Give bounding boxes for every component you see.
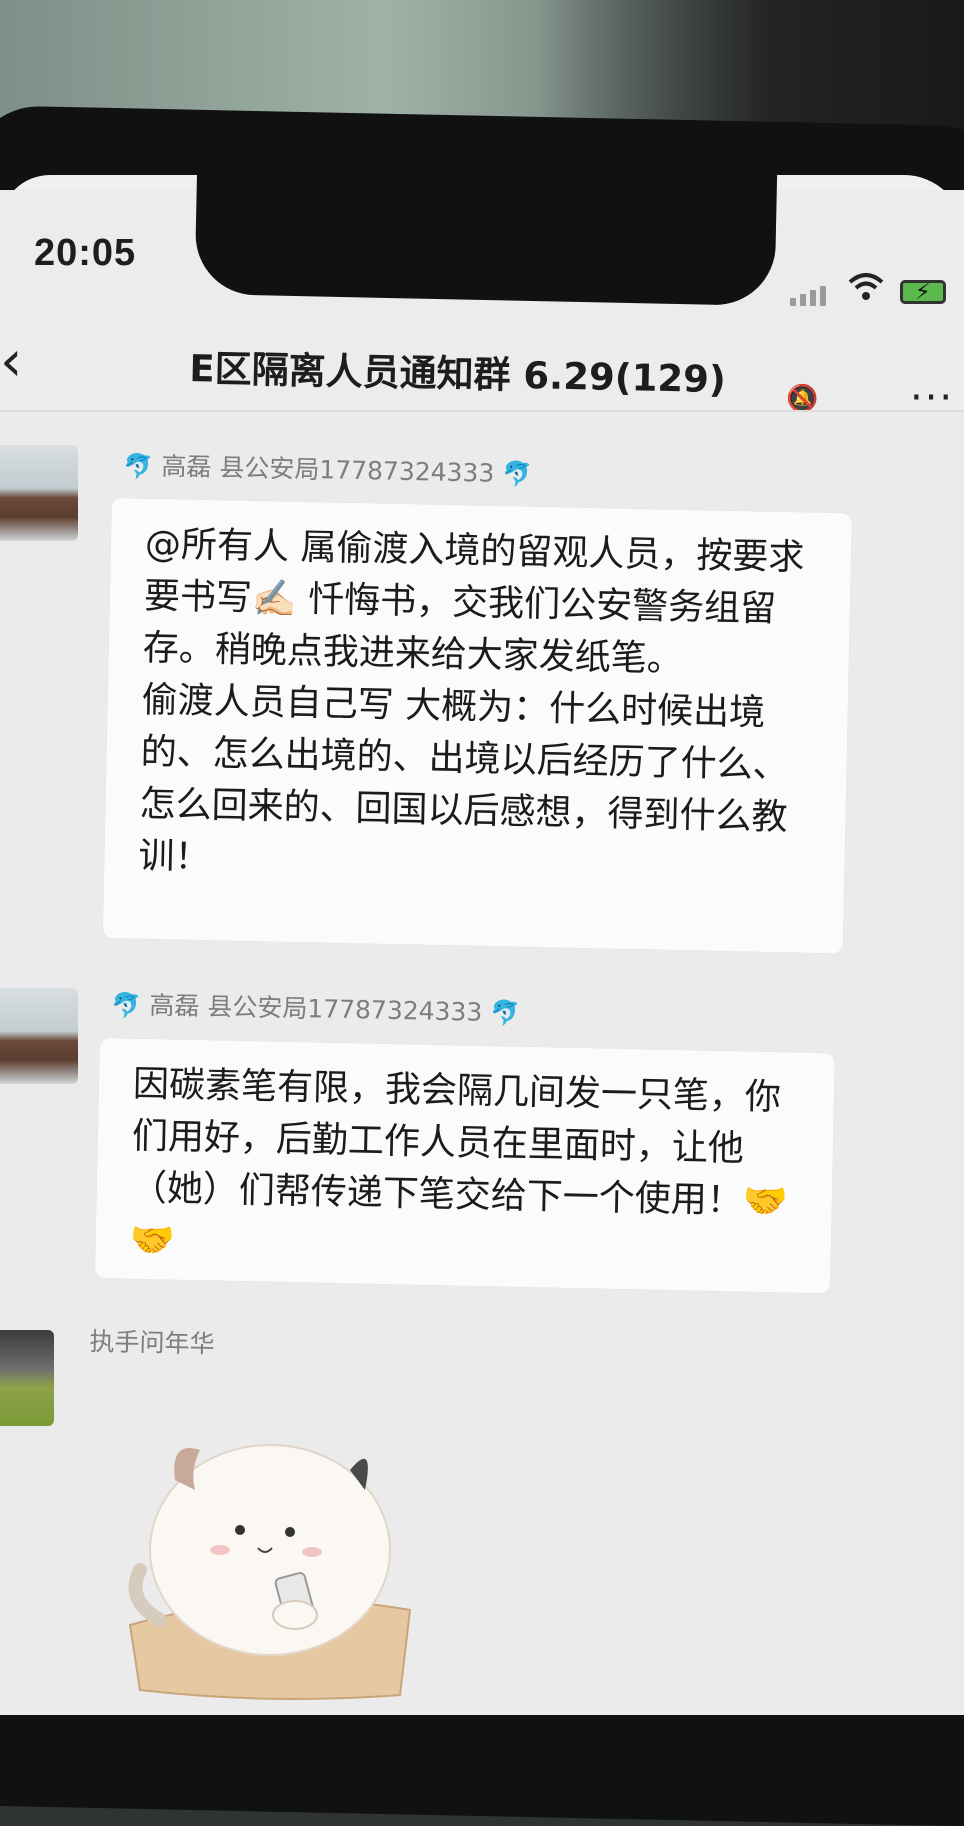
phone-notch — [194, 143, 778, 307]
status-time: 20:05 — [34, 232, 137, 274]
sender-label: 执手问年华 — [89, 1322, 215, 1361]
sender-name: 高磊 — [161, 451, 212, 482]
chat-header: ‹ E区隔离人员通知群 6.29(129) — [0, 320, 964, 402]
more-dots-icon[interactable]: ··· — [910, 378, 954, 418]
message-paragraph: 偷渡人员自己写 大概为：什么时候出境的、怎么出境的、出境以后经历了什么、怎么回来… — [138, 679, 789, 879]
sender-name: 高磊 — [149, 990, 200, 1021]
signal-bar-2 — [800, 294, 806, 306]
dolphin-icon: 🐬 — [489, 998, 521, 1028]
wifi-icon — [848, 272, 884, 310]
message-bubble[interactable]: 因碳素笔有限，我会隔几间发一只笔，你们用好，后勤工作人员在里面时，让他（她）们帮… — [94, 1038, 835, 1294]
signal-bar-4 — [820, 286, 826, 306]
battery-icon: ⚡ — [900, 280, 946, 305]
sender-title: 县公安局17787324333 — [207, 992, 483, 1027]
cat-sticker[interactable] — [120, 1410, 420, 1700]
chevron-left-icon[interactable]: ‹ — [0, 334, 22, 390]
message-paragraph: @所有人 属偷渡入境的留观人员，按要求要书写✍🏻 忏悔书，交我们公安警务组留存。… — [142, 523, 805, 680]
dolphin-icon: 🐬 — [123, 451, 154, 481]
message-bubble[interactable]: @所有人 属偷渡入境的留观人员，按要求要书写✍🏻 忏悔书，交我们公安警务组留存。… — [102, 498, 852, 954]
group-title: E区隔离人员通知群 6.29(129) — [188, 346, 727, 402]
avatar[interactable] — [0, 988, 78, 1084]
sender-name: 执手问年华 — [89, 1326, 215, 1359]
dolphin-icon: 🐬 — [111, 990, 142, 1020]
signal-bar-1 — [790, 298, 796, 306]
status-icons: ⚡ — [790, 272, 960, 312]
signal-bar-3 — [810, 290, 816, 306]
sender-title: 县公安局17787324333 — [219, 453, 495, 488]
avatar[interactable] — [0, 445, 78, 541]
message-paragraph: 因碳素笔有限，我会隔几间发一只笔，你们用好，后勤工作人员在里面时，让他（她）们帮… — [129, 1063, 788, 1262]
dolphin-icon: 🐬 — [501, 459, 533, 489]
avatar[interactable] — [0, 1330, 54, 1426]
charging-bolt-icon: ⚡ — [915, 280, 931, 305]
